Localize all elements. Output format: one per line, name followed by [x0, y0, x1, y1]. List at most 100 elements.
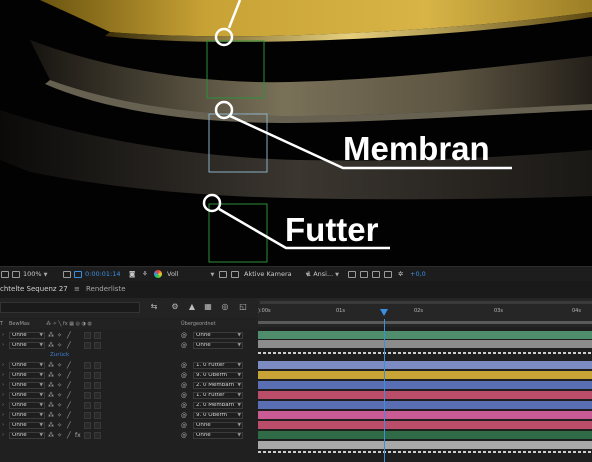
collapse-switch-icon[interactable]: ✧ [57, 421, 62, 430]
motion-blur-switch[interactable] [94, 392, 101, 399]
layer-t-checkbox[interactable]: › [2, 411, 4, 420]
trkmat-dropdown[interactable]: Ohne ▼ [9, 412, 45, 419]
transparency-grid-icon[interactable] [231, 267, 239, 281]
trkmat-dropdown[interactable]: Ohne ▼ [9, 372, 45, 379]
layer-row[interactable]: › Ohne ▼ ⁂ ✧ ╱ @1. 0 Futter ▼ [0, 391, 258, 400]
layer-duration-bar[interactable] [258, 361, 592, 369]
current-time-indicator-head[interactable] [380, 309, 388, 316]
frame-blend-switch[interactable] [84, 392, 91, 399]
current-time-display[interactable]: 0:00:01:14 [85, 267, 121, 281]
shy-switch-icon[interactable]: ⁂ [48, 401, 54, 410]
frame-blend-switch[interactable] [84, 432, 91, 439]
effects-switch-icon[interactable]: fx [75, 431, 81, 440]
time-navigator[interactable] [260, 301, 592, 304]
frame-blend-switch[interactable] [84, 382, 91, 389]
layer-row[interactable]: › Ohne ▼ ⁂ ✧ ╱ @1. 0 Futter ▼ [0, 361, 258, 370]
motion-blur-switch[interactable] [94, 372, 101, 379]
frame-blend-switch[interactable] [84, 412, 91, 419]
frame-blend-switch[interactable] [84, 342, 91, 349]
mask-visibility-icon[interactable] [74, 267, 82, 281]
motion-blur-switch[interactable] [94, 432, 101, 439]
timeline-area[interactable]: ):00s 01s 02s 03s 04s [258, 299, 592, 462]
shy-switch-icon[interactable]: ⁂ [48, 421, 54, 430]
collapse-switch-icon[interactable]: ✧ [57, 361, 62, 370]
work-area-bar[interactable] [258, 321, 592, 324]
frame-blend-switch[interactable] [84, 332, 91, 339]
motion-blur-icon[interactable]: ◎ [220, 302, 230, 312]
parent-dropdown[interactable]: Ohne ▼ [193, 432, 243, 439]
quality-switch-icon[interactable]: ╱ [67, 411, 71, 420]
quality-switch-icon[interactable]: ╱ [67, 421, 71, 430]
motion-blur-switch[interactable] [94, 332, 101, 339]
shy-switch-icon[interactable]: ⁂ [48, 341, 54, 350]
layer-row[interactable]: › Ohne ▼ ⁂ ✧ ╱ @9. 0 Oberm ▼ [0, 411, 258, 420]
parent-dropdown[interactable]: 9. 0 Oberm ▼ [193, 412, 243, 419]
quality-switch-icon[interactable]: ╱ [67, 341, 71, 350]
pickwhip-icon[interactable]: @ [181, 381, 187, 390]
layer-t-checkbox[interactable]: › [2, 331, 4, 340]
layer-t-checkbox[interactable]: › [2, 431, 4, 440]
trkmat-dropdown[interactable]: Ohne ▼ [9, 402, 45, 409]
time-ruler[interactable]: ):00s 01s 02s 03s 04s [258, 299, 592, 327]
exposure-reset-icon[interactable]: ✲ [398, 267, 403, 281]
camera-dropdown[interactable]: Aktive Kamera ▼ [244, 267, 309, 281]
frame-blend-switch[interactable] [84, 402, 91, 409]
trkmat-dropdown[interactable]: Ohne ▼ [9, 422, 45, 429]
fast-previews-icon[interactable] [219, 267, 227, 281]
grid-icon[interactable] [12, 267, 20, 281]
comp-mini-flowchart-icon[interactable]: ⇆ [149, 302, 159, 312]
layer-t-checkbox[interactable]: › [2, 371, 4, 380]
resolution-dropdown[interactable]: Voll ▼ [167, 267, 214, 281]
snapshot-icon[interactable]: ◙ [129, 267, 135, 281]
motion-blur-switch[interactable] [94, 412, 101, 419]
collapse-switch-icon[interactable]: ✧ [57, 431, 62, 440]
layer-t-checkbox[interactable]: › [2, 421, 4, 430]
parent-dropdown[interactable]: 2. 0 Membarn ▼ [193, 382, 243, 389]
parent-dropdown[interactable]: 1. 0 Futter ▼ [193, 392, 243, 399]
frame-blend-switch[interactable] [84, 422, 91, 429]
pickwhip-icon[interactable]: @ [181, 391, 187, 400]
trkmat-dropdown[interactable]: Ohne ▼ [9, 332, 45, 339]
views-dropdown[interactable]: 1 Ansi... ▼ [307, 267, 339, 281]
layer-t-checkbox[interactable]: › [2, 391, 4, 400]
layer-duration-bar[interactable] [258, 411, 592, 419]
quality-switch-icon[interactable]: ╱ [67, 361, 71, 370]
collapse-switch-icon[interactable]: ✧ [57, 341, 62, 350]
parent-dropdown[interactable]: Ohne ▼ [193, 422, 243, 429]
hamburger-menu-icon[interactable]: ≡ [74, 285, 80, 293]
draft-3d-toggle-icon[interactable]: ⚙ [170, 302, 180, 312]
tab-render-queue[interactable]: Renderliste [86, 281, 126, 298]
pickwhip-icon[interactable]: @ [181, 431, 187, 440]
shy-switch-icon[interactable]: ⁂ [48, 411, 54, 420]
frame-blend-switch[interactable] [84, 372, 91, 379]
motion-blur-switch[interactable] [94, 422, 101, 429]
layer-duration-bar[interactable] [258, 381, 592, 389]
shy-switch-icon[interactable]: ⁂ [48, 331, 54, 340]
layer-duration-bar[interactable] [258, 431, 592, 439]
collapse-switch-icon[interactable]: ✧ [57, 381, 62, 390]
parent-dropdown[interactable]: Ohne ▼ [193, 332, 243, 339]
shy-switch-icon[interactable]: ⁂ [48, 371, 54, 380]
layer-row[interactable]: › Ohne ▼ ⁂ ✧ ╱ @9. 0 Oberm ▼ [0, 371, 258, 380]
pickwhip-icon[interactable]: @ [181, 371, 187, 380]
shy-switch-icon[interactable]: ⁂ [48, 381, 54, 390]
motion-blur-switch[interactable] [94, 382, 101, 389]
trkmat-dropdown[interactable]: Ohne ▼ [9, 382, 45, 389]
shy-layers-icon[interactable]: ▲ [187, 302, 197, 312]
motion-blur-switch[interactable] [94, 402, 101, 409]
quality-switch-icon[interactable]: ╱ [67, 371, 71, 380]
shy-switch-icon[interactable]: ⁂ [48, 361, 54, 370]
layer-row[interactable]: › Ohne ▼ ⁂ ✧ ╱ @ Ohne ▼ [0, 331, 258, 340]
current-time-indicator-line[interactable] [384, 319, 385, 462]
motion-blur-switch[interactable] [94, 362, 101, 369]
motion-blur-switch[interactable] [94, 342, 101, 349]
quality-switch-icon[interactable]: ╱ [67, 331, 71, 340]
pixel-aspect-icon[interactable] [348, 267, 356, 281]
trkmat-dropdown[interactable]: Ohne ▼ [9, 432, 45, 439]
parent-dropdown[interactable]: 9. 0 Oberm ▼ [193, 372, 243, 379]
layer-t-checkbox[interactable]: › [2, 341, 4, 350]
frame-blending-icon[interactable]: ▦ [203, 302, 213, 312]
trkmat-dropdown[interactable]: Ohne ▼ [9, 392, 45, 399]
quality-switch-icon[interactable]: ╱ [67, 431, 71, 440]
layer-duration-bar[interactable] [258, 401, 592, 409]
